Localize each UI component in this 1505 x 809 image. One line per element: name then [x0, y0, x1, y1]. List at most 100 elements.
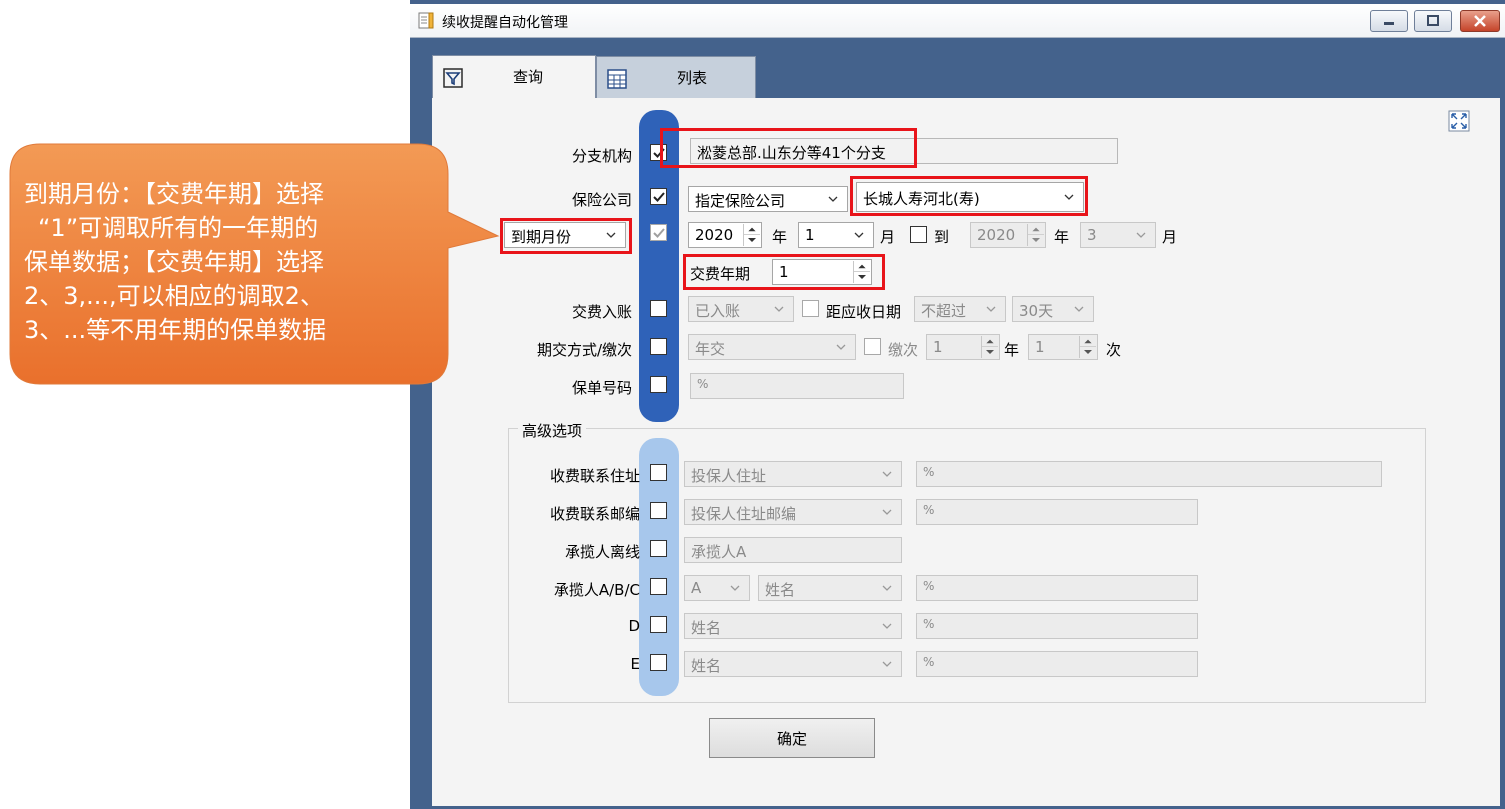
count-year-unit: 年 — [1004, 341, 1020, 359]
tab-list[interactable]: 列表 — [596, 56, 756, 98]
count-checkbox[interactable] — [864, 338, 881, 355]
adv-agent-d-select[interactable]: 姓名 — [684, 613, 902, 639]
minimize-button[interactable] — [1370, 10, 1408, 32]
to-month-value: 3 — [1087, 226, 1097, 244]
chevron-down-icon — [986, 306, 996, 312]
adv-agent-abc-input[interactable]: % — [916, 575, 1198, 601]
adv-agent-abc-letter-select[interactable]: A — [684, 575, 750, 601]
adv-agent-d-value: % — [923, 617, 935, 631]
spin-down-icon[interactable] — [1028, 235, 1044, 246]
adv-zip-select[interactable]: 投保人住址邮编 — [684, 499, 902, 525]
adv-zip-label: 收费联系邮编 — [549, 505, 640, 523]
policy-no-placeholder: % — [697, 377, 709, 391]
tab-list-label: 列表 — [677, 69, 708, 87]
adv-agent-abc-checkbox[interactable] — [650, 578, 667, 595]
policy-no-checkbox[interactable] — [650, 376, 667, 393]
adv-zip-input[interactable]: % — [916, 499, 1198, 525]
payment-entry-label: 交费入账 — [571, 303, 632, 321]
grid-icon — [607, 69, 627, 89]
checkmark-icon — [653, 192, 665, 202]
times-value: 1 — [1035, 338, 1045, 356]
chevron-down-icon — [836, 344, 846, 350]
times-spinner[interactable]: 1 — [1028, 334, 1098, 360]
chevron-down-icon — [882, 471, 892, 477]
due-days-select[interactable]: 30天 — [1012, 296, 1094, 322]
adv-agent-abc-label: 承揽人A/B/C — [553, 581, 640, 599]
spin-up-icon[interactable] — [1080, 336, 1096, 347]
from-month-value: 1 — [805, 226, 815, 244]
adv-agent-abc-select-value: 姓名 — [765, 581, 796, 599]
insurer-mode-select[interactable]: 指定保险公司 — [688, 186, 848, 212]
close-icon — [1474, 15, 1486, 27]
pay-mode-value: 年交 — [695, 340, 726, 358]
spin-down-icon[interactable] — [982, 347, 998, 358]
adv-agent-abc-letter-value: A — [691, 579, 702, 597]
spin-down-icon[interactable] — [744, 235, 760, 246]
adv-address-select[interactable]: 投保人住址 — [684, 461, 902, 487]
fullscreen-icon[interactable] — [1448, 110, 1470, 132]
insurer-checkbox[interactable] — [650, 188, 667, 205]
due-month-checkbox[interactable] — [650, 224, 667, 241]
to-year-spinner[interactable]: 2020 — [970, 222, 1046, 248]
chevron-down-icon — [774, 306, 784, 312]
advanced-options-title: 高级选项 — [518, 420, 587, 441]
adv-agent-abc-value: % — [923, 579, 935, 593]
title-bar: 续收提醒自动化管理 — [410, 4, 1505, 38]
adv-agent-abc-select[interactable]: 姓名 — [758, 575, 902, 601]
to-year-value: 2020 — [977, 226, 1016, 244]
spin-up-icon[interactable] — [744, 224, 760, 235]
chevron-down-icon — [1074, 306, 1084, 312]
from-month-select[interactable]: 1 — [798, 222, 874, 248]
count-spinner[interactable]: 1 — [926, 334, 1000, 360]
adv-agent-e-checkbox[interactable] — [650, 654, 667, 671]
adv-address-label: 收费联系住址 — [549, 467, 640, 485]
maximize-button[interactable] — [1414, 10, 1452, 32]
policy-no-input[interactable]: % — [690, 373, 904, 399]
adv-agent-e-select[interactable]: 姓名 — [684, 651, 902, 677]
adv-zip-checkbox[interactable] — [650, 502, 667, 519]
to-month-select[interactable]: 3 — [1080, 222, 1156, 248]
chevron-down-icon — [1136, 232, 1146, 238]
due-limit-value: 不超过 — [921, 302, 967, 320]
adv-agent-e-label: E — [630, 655, 640, 673]
chevron-down-icon — [882, 623, 892, 629]
highlight-branch — [660, 128, 917, 168]
adv-agent-e-select-value: 姓名 — [691, 657, 722, 675]
from-year-unit: 年 — [772, 228, 788, 246]
chevron-down-icon — [882, 661, 892, 667]
adv-agent-d-checkbox[interactable] — [650, 616, 667, 633]
adv-address-value: % — [923, 465, 935, 479]
spin-up-icon[interactable] — [1028, 224, 1044, 235]
from-year-spinner[interactable]: 2020 — [688, 222, 762, 248]
payment-entry-select[interactable]: 已入账 — [688, 296, 794, 322]
to-month-unit: 月 — [1162, 228, 1178, 246]
adv-offline-select[interactable]: 承揽人A — [684, 537, 902, 563]
close-button[interactable] — [1460, 10, 1500, 32]
adv-offline-checkbox[interactable] — [650, 540, 667, 557]
chevron-down-icon — [828, 196, 838, 202]
adv-zip-value: % — [923, 503, 935, 517]
adv-agent-e-value: % — [923, 655, 935, 669]
payment-entry-checkbox[interactable] — [650, 300, 667, 317]
pay-mode-checkbox[interactable] — [650, 338, 667, 355]
due-date-checkbox[interactable] — [802, 300, 819, 317]
to-range-checkbox[interactable] — [910, 226, 927, 243]
maximize-icon — [1427, 15, 1439, 26]
adv-agent-e-input[interactable]: % — [916, 651, 1198, 677]
chevron-down-icon — [730, 585, 740, 591]
chevron-down-icon — [882, 585, 892, 591]
adv-address-input[interactable]: % — [916, 461, 1382, 487]
pay-mode-select[interactable]: 年交 — [688, 334, 856, 360]
adv-agent-d-input[interactable]: % — [916, 613, 1198, 639]
spin-down-icon[interactable] — [1080, 347, 1096, 358]
adv-address-checkbox[interactable] — [650, 464, 667, 481]
spinner-buttons — [1027, 224, 1044, 246]
callout-line: 3、...等不用年期的保单数据 — [24, 316, 327, 344]
spinner-buttons — [743, 224, 760, 246]
spin-up-icon[interactable] — [982, 336, 998, 347]
due-limit-select[interactable]: 不超过 — [914, 296, 1006, 322]
callout-line: 到期月份：【交费年期】选择 — [24, 180, 324, 208]
adv-agent-d-label: D — [628, 617, 640, 635]
confirm-button[interactable]: 确定 — [709, 718, 875, 758]
adv-address-select-value: 投保人住址 — [691, 467, 767, 485]
